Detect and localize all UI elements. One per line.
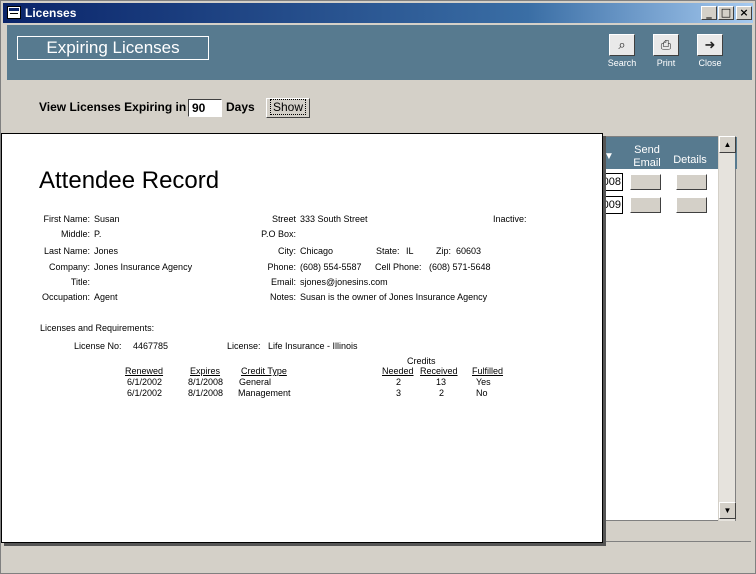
middle-label: Middle: bbox=[60, 229, 90, 239]
close-label: Close bbox=[698, 58, 722, 68]
minimize-button[interactable]: _ bbox=[701, 6, 717, 20]
expires-cell: 8/1/2008 bbox=[188, 388, 224, 398]
license-no-value: 4467785 bbox=[133, 341, 169, 351]
send-email-button[interactable] bbox=[630, 174, 661, 190]
state-value: IL bbox=[406, 246, 414, 256]
attendee-record-report: Attendee Record First Name: Susan Middle… bbox=[1, 133, 603, 543]
credit-type-header: Credit Type bbox=[241, 366, 287, 376]
occupation-value: Agent bbox=[94, 292, 118, 302]
title-label: Title: bbox=[70, 277, 90, 287]
city-value: Chicago bbox=[300, 246, 334, 256]
middle-value: P. bbox=[94, 229, 102, 239]
scroll-down-icon[interactable]: ▼ bbox=[719, 502, 736, 519]
search-button[interactable]: ⌕ Search bbox=[600, 34, 644, 68]
last-name-label: Last Name: bbox=[43, 246, 90, 256]
po-box-label: P.O Box: bbox=[261, 229, 296, 239]
last-name-value: Jones bbox=[94, 246, 119, 256]
needed-header: Needed bbox=[382, 366, 414, 376]
grid-scrollbar[interactable]: ▲ ▼ bbox=[718, 136, 736, 521]
license-label: License: bbox=[227, 341, 261, 351]
licenses-window: Licenses _ □ × Expiring Licenses ⌕ Searc… bbox=[0, 0, 756, 574]
company-value: Jones Insurance Agency bbox=[94, 262, 193, 272]
email-label: Email: bbox=[270, 277, 296, 287]
header-bar: Expiring Licenses ⌕ Search ⎙ Print ➜ Clo… bbox=[7, 25, 752, 80]
maximize-button[interactable]: □ bbox=[718, 6, 734, 20]
days-input[interactable]: 90 bbox=[188, 99, 222, 117]
printer-icon: ⎙ bbox=[653, 34, 679, 56]
renewed-cell: 6/1/2002 bbox=[127, 377, 163, 387]
inactive-label: Inactive: bbox=[493, 214, 527, 224]
notes-value: Susan is the owner of Jones Insurance Ag… bbox=[300, 292, 488, 302]
renewed-header: Renewed bbox=[125, 366, 164, 376]
form-icon bbox=[7, 6, 21, 19]
license-no-label: License No: bbox=[74, 341, 122, 351]
needed-cell: 2 bbox=[396, 377, 402, 387]
send-email-column-header: Send Email bbox=[633, 144, 661, 169]
window-title: Licenses bbox=[25, 6, 77, 20]
cell-phone-label: Cell Phone: bbox=[375, 262, 422, 272]
occupation-label: Occupation: bbox=[41, 292, 90, 302]
received-cell: 2 bbox=[439, 388, 445, 398]
grid-header: ▼ Send Email Details bbox=[594, 137, 737, 169]
search-label: Search bbox=[607, 58, 637, 68]
zip-value: 60603 bbox=[456, 246, 482, 256]
fulfilled-header: Fulfilled bbox=[472, 366, 504, 376]
licenses-section-label: Licenses and Requirements: bbox=[40, 323, 155, 333]
expires-header: Expires bbox=[190, 366, 221, 376]
zip-label: Zip: bbox=[436, 246, 452, 256]
filter-label: View Licenses Expiring in bbox=[39, 100, 187, 114]
fulfilled-cell: Yes bbox=[476, 377, 491, 387]
report-title: Attendee Record bbox=[39, 167, 220, 194]
email-value: sjones@jonesins.com bbox=[300, 277, 388, 287]
show-button[interactable]: Show bbox=[266, 98, 310, 118]
exit-door-icon: ➜ bbox=[697, 34, 723, 56]
close-window-button[interactable]: × bbox=[736, 6, 752, 20]
cell-phone-value: (608) 571-5648 bbox=[429, 262, 491, 272]
expires-cell: 8/1/2008 bbox=[188, 377, 224, 387]
street-label: Street bbox=[271, 214, 296, 224]
renewed-cell: 6/1/2002 bbox=[127, 388, 163, 398]
scroll-up-icon[interactable]: ▲ bbox=[719, 136, 736, 153]
state-label: State: bbox=[376, 246, 400, 256]
phone-value: (608) 554-5587 bbox=[300, 262, 362, 272]
company-label: Company: bbox=[48, 262, 90, 272]
days-label: Days bbox=[226, 100, 255, 114]
phone-label: Phone: bbox=[267, 262, 296, 272]
first-name-value: Susan bbox=[94, 214, 120, 224]
grid-row: 008 bbox=[594, 171, 737, 193]
send-email-button[interactable] bbox=[630, 197, 661, 213]
sort-arrow-icon[interactable]: ▼ bbox=[604, 151, 614, 162]
first-name-label: First Name: bbox=[43, 214, 90, 224]
received-cell: 13 bbox=[436, 377, 447, 387]
needed-cell: 3 bbox=[396, 388, 402, 398]
received-header: Received bbox=[420, 366, 458, 376]
street-value: 333 South Street bbox=[300, 214, 368, 224]
fulfilled-cell: No bbox=[476, 388, 488, 398]
show-label: Show bbox=[269, 99, 307, 115]
notes-label: Notes: bbox=[269, 292, 296, 302]
details-column-header: Details bbox=[673, 154, 707, 166]
credit-type-cell: General bbox=[239, 377, 272, 387]
grid-row: 009 bbox=[594, 194, 737, 216]
status-area bbox=[7, 541, 751, 569]
license-value: Life Insurance - Illinois bbox=[268, 341, 358, 351]
binoculars-icon: ⌕ bbox=[609, 34, 635, 56]
page-title: Expiring Licenses bbox=[17, 36, 209, 60]
details-button[interactable] bbox=[676, 197, 707, 213]
print-label: Print bbox=[656, 58, 676, 68]
details-button[interactable] bbox=[676, 174, 707, 190]
print-button[interactable]: ⎙ Print bbox=[644, 34, 688, 68]
credit-type-cell: Management bbox=[238, 388, 291, 398]
licenses-grid: ▼ Send Email Details 008 009 bbox=[593, 136, 737, 521]
city-label: City: bbox=[278, 246, 296, 256]
credits-label: Credits bbox=[407, 356, 436, 366]
title-bar: Licenses _ □ × bbox=[3, 3, 753, 23]
close-button[interactable]: ➜ Close bbox=[688, 34, 732, 68]
